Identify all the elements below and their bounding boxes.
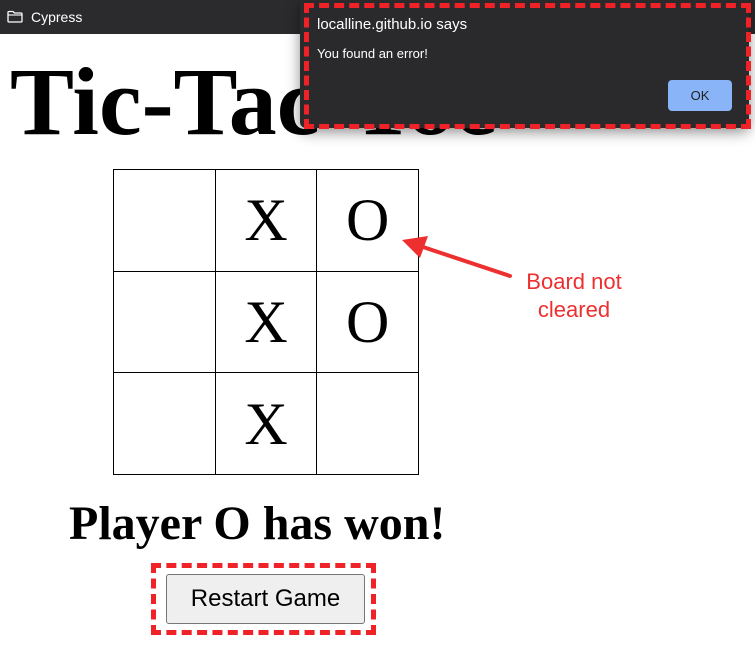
board-cell[interactable]: X — [214, 169, 318, 272]
annotation-line: cleared — [537, 297, 611, 322]
game-board: X O X O X — [113, 169, 419, 475]
folder-icon — [7, 10, 23, 23]
ok-button[interactable]: OK — [668, 80, 732, 111]
board-row: X O — [113, 169, 419, 272]
dialog-message: You found an error! — [317, 46, 428, 61]
board-cell[interactable] — [316, 372, 419, 475]
restart-game-button[interactable]: Restart Game — [166, 574, 365, 624]
annotation-label: Board not cleared — [504, 268, 644, 324]
board-cell[interactable]: X — [214, 270, 318, 374]
alert-dialog: localline.github.io says You found an er… — [300, 0, 749, 128]
board-cell[interactable] — [113, 372, 216, 475]
board-cell[interactable]: O — [316, 270, 419, 374]
window-title: Cypress — [31, 9, 83, 25]
board-cell[interactable]: X — [214, 372, 318, 475]
board-cell[interactable] — [113, 270, 216, 374]
annotation-line: Board not — [526, 269, 622, 294]
board-cell[interactable] — [113, 169, 216, 272]
board-row: X — [113, 372, 419, 475]
app-stage: Cypress Tic-Tac-Toe X O X O X Player O h… — [0, 0, 755, 659]
dialog-origin: localline.github.io says — [317, 16, 468, 33]
game-status: Player O has won! — [69, 497, 446, 550]
board-cell[interactable]: O — [316, 169, 419, 272]
board-row: X O — [113, 270, 419, 374]
